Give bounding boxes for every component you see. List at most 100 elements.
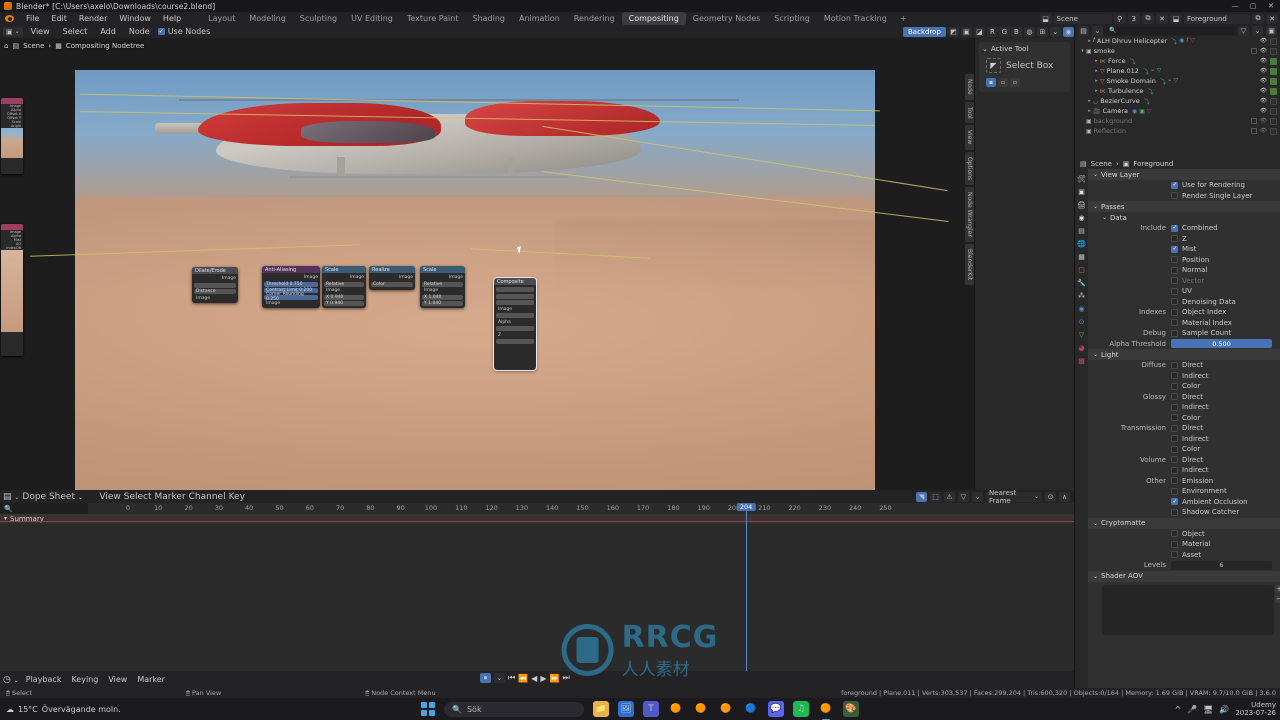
taskbar-app-blender-1[interactable]: 🟠 (668, 701, 684, 717)
tab-data-icon[interactable]: ▽ (1079, 331, 1084, 339)
tab-material-icon[interactable]: ◕ (1078, 344, 1084, 352)
property-checkbox[interactable] (1171, 393, 1178, 401)
dopesheet-editor-type[interactable]: ▤ ⌄ (3, 492, 19, 502)
render-camera-icon[interactable] (1270, 57, 1277, 65)
render-camera-icon[interactable] (1270, 77, 1277, 85)
modifier-badge-icon[interactable]: ⤵ (1160, 77, 1166, 86)
node-menu-select[interactable]: Select (58, 27, 93, 36)
modifier-badge-icon[interactable]: ⤵ (1130, 57, 1136, 66)
property-checkbox[interactable] (1171, 540, 1178, 548)
modifier-badge-icon[interactable]: ⤵ (1143, 67, 1149, 76)
tab-constraints-icon[interactable]: ⊙ (1079, 318, 1085, 326)
menu-file[interactable]: File (20, 12, 45, 25)
outliner-row[interactable]: ▸ 🎥 Camera ◉ ▣ ▽ 👁 (1075, 106, 1280, 116)
zoom-image-icon[interactable]: ◪ (973, 26, 985, 37)
vtab-options[interactable]: Options (965, 151, 974, 185)
node-anti-aliasing-out-image[interactable]: Image (264, 275, 318, 280)
property-checkbox[interactable] (1171, 424, 1178, 432)
visibility-eye-icon[interactable]: 👁 (1260, 108, 1267, 114)
menu-edit[interactable]: Edit (45, 12, 73, 25)
visibility-eye-icon[interactable]: 👁 (1260, 58, 1267, 64)
node-realize[interactable]: Realize Image Color (369, 266, 415, 290)
timeline-menu-marker[interactable]: Marker (134, 675, 168, 684)
node-dilate-erode[interactable]: Dilate/Erode Image Distance Image (192, 267, 238, 303)
object-badge-icon[interactable]: ▽ (1190, 37, 1195, 46)
dopesheet-menu-channel[interactable]: Channel (189, 492, 226, 502)
visibility-eye-icon[interactable]: 👁 (1260, 98, 1267, 104)
exclude-checkbox[interactable] (1251, 48, 1258, 54)
select-subtract-icon[interactable]: ▫ (1010, 78, 1020, 87)
node-scale-1-x[interactable]: X 0.940 (324, 294, 364, 300)
property-row[interactable]: Indirect (1088, 371, 1280, 382)
property-checkbox[interactable] (1171, 435, 1178, 443)
snap-dropdown-icon[interactable]: ⌄ (1049, 26, 1061, 37)
object-badge-icon[interactable]: 𝑓 (1186, 37, 1188, 46)
channel-b-button[interactable]: B (1010, 26, 1022, 37)
taskbar-clock[interactable]: Udemy 2023-07-26 (1235, 701, 1276, 717)
channel-g-button[interactable]: G (998, 26, 1010, 37)
property-row[interactable]: Use for Rendering (1088, 180, 1280, 191)
display-icon[interactable]: 🖥 (1203, 705, 1213, 714)
breadcrumb-scene[interactable]: Scene (23, 42, 44, 50)
overlay-toggle-icon[interactable]: ◉ (1062, 26, 1074, 37)
outliner-row[interactable]: ▸ ◡ BezierCurve ⤵ 👁 (1075, 96, 1280, 106)
tab-texture-paint[interactable]: Texture Paint (400, 12, 466, 25)
outliner-display-mode-icon[interactable]: ▤ (1078, 25, 1089, 36)
property-row[interactable]: Asset (1088, 550, 1280, 561)
breadcrumb-nodetree[interactable]: Compositing Nodetree (66, 42, 144, 50)
node-anti-aliasing-in-image[interactable]: Image (264, 301, 318, 306)
visibility-eye-icon[interactable]: 👁 (1260, 38, 1267, 44)
object-badge-icon[interactable]: ⤵ (1171, 37, 1177, 46)
node-anti-aliasing-title[interactable]: Anti-Aliasing (262, 266, 320, 273)
node-scale-1-relative[interactable]: Relative (324, 281, 364, 287)
tab-world-icon[interactable]: 🌐 (1077, 240, 1086, 248)
render-camera-icon[interactable] (1270, 87, 1277, 95)
disclosure-triangle-icon[interactable]: ▸ (1093, 68, 1100, 74)
taskbar-app-teams[interactable]: T (643, 701, 659, 717)
node-scale-1-out-image[interactable]: Image (324, 275, 364, 280)
property-checkbox[interactable] (1171, 192, 1178, 200)
add-workspace-button[interactable]: + (894, 13, 913, 24)
render-camera-icon[interactable] (1270, 47, 1277, 55)
property-checkbox[interactable] (1171, 224, 1178, 232)
node-scale-2-y[interactable]: Y 1.040 (422, 301, 463, 306)
prev-keyframe-button[interactable]: ⏪ (518, 674, 528, 683)
disclosure-triangle-icon[interactable]: ▸ (1093, 58, 1100, 64)
outliner-new-collection-icon[interactable]: ▣ (1266, 25, 1277, 36)
node-dilate-erode-distance[interactable]: Distance (194, 289, 236, 294)
property-row[interactable]: Debug Sample Count (1088, 328, 1280, 339)
next-keyframe-button[interactable]: ⏩ (549, 674, 559, 683)
camera-badge-icon[interactable]: ◉ (1132, 108, 1137, 115)
vtab-node[interactable]: Node (965, 74, 974, 100)
viewlayer-browse-icon[interactable]: ⬓ (1170, 13, 1182, 24)
property-checkbox[interactable] (1171, 181, 1178, 189)
property-row[interactable]: Color (1088, 444, 1280, 455)
property-row[interactable]: Color (1088, 381, 1280, 392)
tab-render-icon[interactable]: ▣ (1078, 188, 1085, 196)
property-checkbox[interactable] (1171, 256, 1178, 264)
backdrop-toggle[interactable]: Backdrop (903, 26, 946, 37)
alpha-icon[interactable]: ▣ (960, 26, 972, 37)
timeline-menu-view[interactable]: View (105, 675, 130, 684)
visibility-eye-icon[interactable]: 👁 (1260, 128, 1267, 134)
play-reverse-button[interactable]: ◀ (531, 674, 537, 683)
dopesheet-mode-selector[interactable]: Dope Sheet ⌄ (22, 492, 96, 502)
property-checkbox[interactable] (1171, 487, 1178, 495)
property-section-header[interactable]: ⌄ View Layer (1088, 169, 1280, 180)
tab-view-layer-icon[interactable]: ◉ (1078, 214, 1084, 222)
exclude-checkbox[interactable] (1251, 118, 1258, 124)
properties-breadcrumb-scene[interactable]: Scene (1091, 160, 1112, 168)
alpha-blend-icon[interactable]: ◍ (1023, 26, 1035, 37)
property-row[interactable]: Color (1088, 413, 1280, 424)
property-row[interactable]: Environment (1088, 486, 1280, 497)
property-checkbox[interactable] (1171, 245, 1178, 253)
auto-snap-icon[interactable]: ⊙ (1045, 491, 1056, 502)
node-editor-canvas[interactable]: ⌂ ▤ Scene › ▦ Compositing Nodetree Image… (0, 38, 1074, 490)
property-row[interactable]: Render Single Layer (1088, 191, 1280, 202)
render-camera-icon[interactable] (1270, 97, 1277, 105)
node-realize-title[interactable]: Realize (369, 266, 415, 273)
tab-texture-icon[interactable]: ▩ (1078, 357, 1085, 365)
taskbar-app-chrome[interactable]: 🔵 (743, 701, 759, 717)
properties-breadcrumb-viewlayer[interactable]: Foreground (1133, 160, 1173, 168)
property-row[interactable]: Normal (1088, 265, 1280, 276)
